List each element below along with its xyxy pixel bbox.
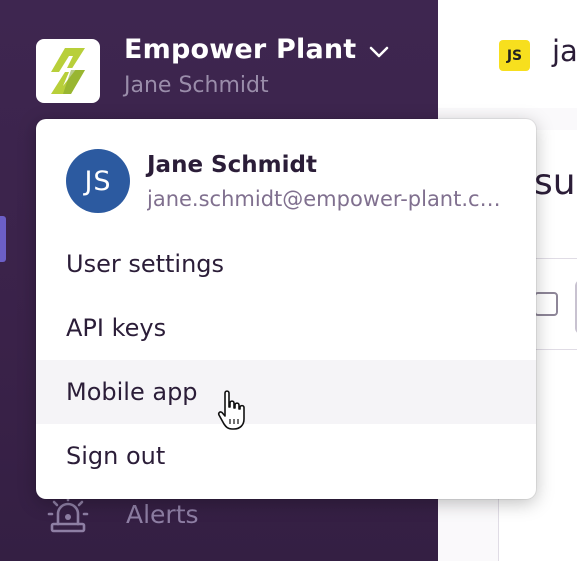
project-platform-badge: JS: [499, 40, 530, 71]
user-menu-header: JS Jane Schmidt jane.schmidt@empower-pla…: [36, 119, 536, 229]
user-email: jane.schmidt@empower-plant.com: [147, 187, 507, 211]
select-all-checkbox[interactable]: [534, 292, 558, 316]
avatar: JS: [66, 149, 130, 213]
active-nav-indicator: [0, 216, 6, 262]
chevron-down-icon[interactable]: [368, 44, 390, 60]
org-user-name: Jane Schmidt: [124, 73, 269, 98]
org-logo[interactable]: [36, 39, 100, 103]
project-name[interactable]: ja: [552, 34, 577, 68]
page-title: su: [534, 162, 576, 203]
sidebar-item-label: Alerts: [126, 499, 199, 529]
user-name: Jane Schmidt: [147, 152, 317, 178]
menu-item-mobile-app[interactable]: Mobile app: [36, 360, 536, 424]
menu-item-api-keys[interactable]: API keys: [36, 296, 536, 360]
lightning-bolt-logo-icon: [51, 48, 85, 94]
menu-item-sign-out[interactable]: Sign out: [36, 424, 536, 488]
top-bar: JS ja: [438, 0, 577, 109]
org-name[interactable]: Empower Plant: [124, 34, 356, 65]
user-menu-dropdown: JS Jane Schmidt jane.schmidt@empower-pla…: [36, 119, 536, 499]
menu-item-user-settings[interactable]: User settings: [36, 232, 536, 296]
hand-pointer-cursor-icon: [217, 390, 245, 430]
